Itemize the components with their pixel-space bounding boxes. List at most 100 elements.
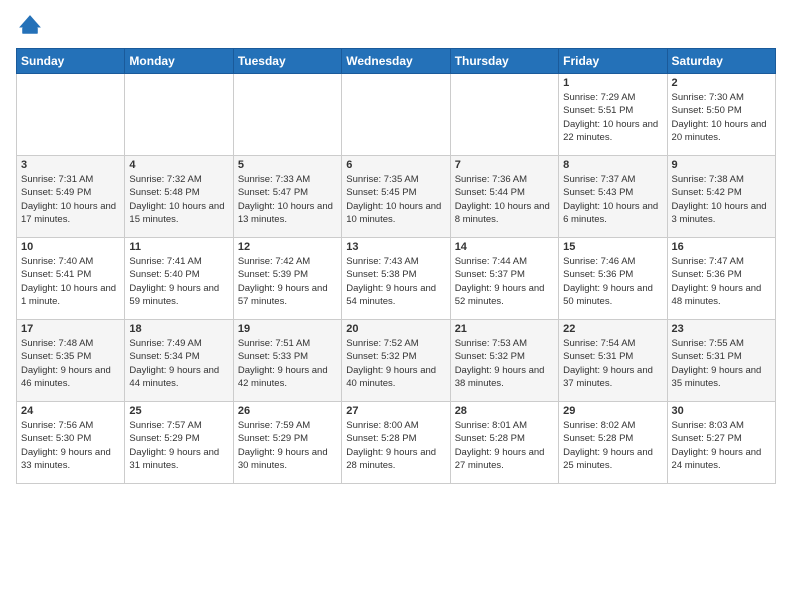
day-number: 7 xyxy=(455,159,554,171)
day-number: 28 xyxy=(455,405,554,417)
weekday-header-thursday: Thursday xyxy=(450,49,558,74)
logo-icon xyxy=(16,12,44,40)
day-number: 11 xyxy=(129,241,228,253)
calendar-cell: 15 Sunrise: 7:46 AM Sunset: 5:36 PM Dayli… xyxy=(559,238,667,320)
day-info: Sunrise: 7:54 AM Sunset: 5:31 PM Dayligh… xyxy=(563,337,662,390)
day-info: Sunrise: 7:30 AM Sunset: 5:50 PM Dayligh… xyxy=(672,91,771,144)
calendar-cell: 5Sunrise: 7:33 AM Sunset: 5:47 PM Daylig… xyxy=(233,156,341,238)
calendar-cell: 19Sunrise: 7:51 AM Sunset: 5:33 PM Dayli… xyxy=(233,320,341,402)
calendar-week-4: 17 Sunrise: 7:48 AM Sunset: 5:35 PM Dayli… xyxy=(17,320,776,402)
calendar-cell: 22 Sunrise: 7:54 AM Sunset: 5:31 PM Dayli… xyxy=(559,320,667,402)
day-number: 23 xyxy=(672,323,771,335)
day-number: 20 xyxy=(346,323,445,335)
day-info: Sunrise: 7:59 AM Sunset: 5:29 PM Dayligh… xyxy=(238,419,337,472)
day-info: Sunrise: 7:33 AM Sunset: 5:47 PM Dayligh… xyxy=(238,173,337,226)
day-number: 29 xyxy=(563,405,662,417)
day-number: 18 xyxy=(129,323,228,335)
day-info: Sunrise: 7:48 AM Sunset: 5:35 PM Dayligh… xyxy=(21,337,120,390)
calendar-cell: 11 Sunrise: 7:41 AM Sunset: 5:40 PM Dayli… xyxy=(125,238,233,320)
day-number: 3 xyxy=(21,159,120,171)
calendar-cell: 21 Sunrise: 7:53 AM Sunset: 5:32 PM Dayli… xyxy=(450,320,558,402)
day-info: Sunrise: 8:03 AM Sunset: 5:27 PM Dayligh… xyxy=(672,419,771,472)
day-number: 25 xyxy=(129,405,228,417)
day-info: Sunrise: 7:49 AM Sunset: 5:34 PM Dayligh… xyxy=(129,337,228,390)
day-info: Sunrise: 7:37 AM Sunset: 5:43 PM Dayligh… xyxy=(563,173,662,226)
day-info: Sunrise: 7:51 AM Sunset: 5:33 PM Dayligh… xyxy=(238,337,337,390)
calendar-cell: 25 Sunrise: 7:57 AM Sunset: 5:29 PM Dayli… xyxy=(125,402,233,484)
day-info: Sunrise: 7:55 AM Sunset: 5:31 PM Dayligh… xyxy=(672,337,771,390)
calendar-week-2: 3 Sunrise: 7:31 AM Sunset: 5:49 PM Daylig… xyxy=(17,156,776,238)
calendar-cell: 24Sunrise: 7:56 AM Sunset: 5:30 PM Dayli… xyxy=(17,402,125,484)
day-info: Sunrise: 7:46 AM Sunset: 5:36 PM Dayligh… xyxy=(563,255,662,308)
day-info: Sunrise: 7:35 AM Sunset: 5:45 PM Dayligh… xyxy=(346,173,445,226)
calendar-cell: 2 Sunrise: 7:30 AM Sunset: 5:50 PM Daylig… xyxy=(667,74,775,156)
day-info: Sunrise: 7:43 AM Sunset: 5:38 PM Dayligh… xyxy=(346,255,445,308)
day-number: 21 xyxy=(455,323,554,335)
day-info: Sunrise: 7:38 AM Sunset: 5:42 PM Dayligh… xyxy=(672,173,771,226)
logo xyxy=(16,12,48,40)
weekday-header-sunday: Sunday xyxy=(17,49,125,74)
weekday-header-monday: Monday xyxy=(125,49,233,74)
day-number: 15 xyxy=(563,241,662,253)
day-number: 8 xyxy=(563,159,662,171)
calendar-cell: 18 Sunrise: 7:49 AM Sunset: 5:34 PM Dayli… xyxy=(125,320,233,402)
calendar-header: SundayMondayTuesdayWednesdayThursdayFrid… xyxy=(17,49,776,74)
calendar-cell xyxy=(342,74,450,156)
calendar-cell: 14 Sunrise: 7:44 AM Sunset: 5:37 PM Dayli… xyxy=(450,238,558,320)
day-number: 4 xyxy=(129,159,228,171)
weekday-header-saturday: Saturday xyxy=(667,49,775,74)
day-number: 17 xyxy=(21,323,120,335)
day-number: 26 xyxy=(238,405,337,417)
day-number: 14 xyxy=(455,241,554,253)
day-info: Sunrise: 7:57 AM Sunset: 5:29 PM Dayligh… xyxy=(129,419,228,472)
calendar-cell: 20 Sunrise: 7:52 AM Sunset: 5:32 PM Dayli… xyxy=(342,320,450,402)
day-number: 6 xyxy=(346,159,445,171)
day-info: Sunrise: 7:42 AM Sunset: 5:39 PM Dayligh… xyxy=(238,255,337,308)
weekday-header-friday: Friday xyxy=(559,49,667,74)
calendar-week-3: 10Sunrise: 7:40 AM Sunset: 5:41 PM Dayli… xyxy=(17,238,776,320)
calendar-cell xyxy=(233,74,341,156)
calendar-cell: 3 Sunrise: 7:31 AM Sunset: 5:49 PM Daylig… xyxy=(17,156,125,238)
day-info: Sunrise: 8:02 AM Sunset: 5:28 PM Dayligh… xyxy=(563,419,662,472)
calendar-cell: 10Sunrise: 7:40 AM Sunset: 5:41 PM Dayli… xyxy=(17,238,125,320)
day-number: 12 xyxy=(238,241,337,253)
weekday-header-wednesday: Wednesday xyxy=(342,49,450,74)
calendar-cell: 9 Sunrise: 7:38 AM Sunset: 5:42 PM Daylig… xyxy=(667,156,775,238)
calendar-cell: 12 Sunrise: 7:42 AM Sunset: 5:39 PM Dayli… xyxy=(233,238,341,320)
day-info: Sunrise: 7:53 AM Sunset: 5:32 PM Dayligh… xyxy=(455,337,554,390)
calendar-cell: 28Sunrise: 8:01 AM Sunset: 5:28 PM Dayli… xyxy=(450,402,558,484)
day-info: Sunrise: 7:56 AM Sunset: 5:30 PM Dayligh… xyxy=(21,419,120,472)
calendar-cell xyxy=(125,74,233,156)
day-info: Sunrise: 8:00 AM Sunset: 5:28 PM Dayligh… xyxy=(346,419,445,472)
calendar-cell: 8 Sunrise: 7:37 AM Sunset: 5:43 PM Daylig… xyxy=(559,156,667,238)
calendar-week-5: 24Sunrise: 7:56 AM Sunset: 5:30 PM Dayli… xyxy=(17,402,776,484)
day-info: Sunrise: 7:40 AM Sunset: 5:41 PM Dayligh… xyxy=(21,255,120,308)
calendar-body: 1Sunrise: 7:29 AM Sunset: 5:51 PM Daylig… xyxy=(17,74,776,484)
calendar-cell xyxy=(450,74,558,156)
day-number: 22 xyxy=(563,323,662,335)
calendar-cell: 6 Sunrise: 7:35 AM Sunset: 5:45 PM Daylig… xyxy=(342,156,450,238)
calendar-cell: 4 Sunrise: 7:32 AM Sunset: 5:48 PM Daylig… xyxy=(125,156,233,238)
calendar-cell: 7Sunrise: 7:36 AM Sunset: 5:44 PM Daylig… xyxy=(450,156,558,238)
day-number: 9 xyxy=(672,159,771,171)
day-number: 2 xyxy=(672,77,771,89)
calendar-cell: 26 Sunrise: 7:59 AM Sunset: 5:29 PM Dayli… xyxy=(233,402,341,484)
weekday-header-row: SundayMondayTuesdayWednesdayThursdayFrid… xyxy=(17,49,776,74)
calendar-cell xyxy=(17,74,125,156)
day-number: 30 xyxy=(672,405,771,417)
day-number: 27 xyxy=(346,405,445,417)
day-info: Sunrise: 7:32 AM Sunset: 5:48 PM Dayligh… xyxy=(129,173,228,226)
calendar-cell: 1Sunrise: 7:29 AM Sunset: 5:51 PM Daylig… xyxy=(559,74,667,156)
calendar-cell: 13Sunrise: 7:43 AM Sunset: 5:38 PM Dayli… xyxy=(342,238,450,320)
calendar-week-1: 1Sunrise: 7:29 AM Sunset: 5:51 PM Daylig… xyxy=(17,74,776,156)
day-info: Sunrise: 7:41 AM Sunset: 5:40 PM Dayligh… xyxy=(129,255,228,308)
calendar-table: SundayMondayTuesdayWednesdayThursdayFrid… xyxy=(16,48,776,484)
day-number: 1 xyxy=(563,77,662,89)
day-info: Sunrise: 7:44 AM Sunset: 5:37 PM Dayligh… xyxy=(455,255,554,308)
calendar-cell: 27 Sunrise: 8:00 AM Sunset: 5:28 PM Dayli… xyxy=(342,402,450,484)
calendar-cell: 30 Sunrise: 8:03 AM Sunset: 5:27 PM Dayli… xyxy=(667,402,775,484)
calendar-cell: 17 Sunrise: 7:48 AM Sunset: 5:35 PM Dayli… xyxy=(17,320,125,402)
day-number: 16 xyxy=(672,241,771,253)
day-info: Sunrise: 7:52 AM Sunset: 5:32 PM Dayligh… xyxy=(346,337,445,390)
day-info: Sunrise: 7:31 AM Sunset: 5:49 PM Dayligh… xyxy=(21,173,120,226)
